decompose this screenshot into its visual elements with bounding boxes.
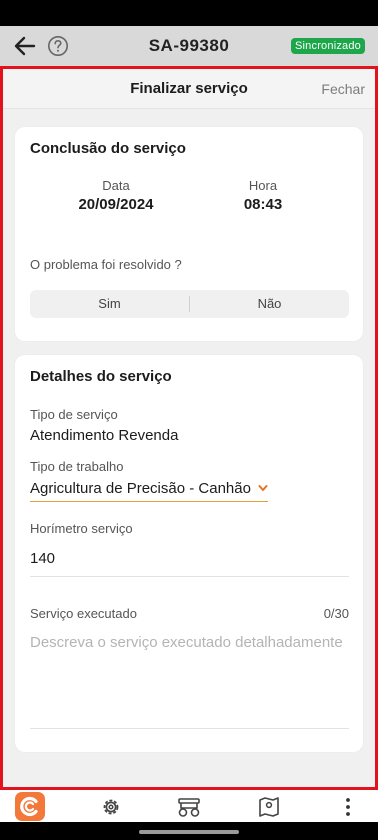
bottom-navigation bbox=[0, 790, 378, 822]
conclusion-title: Conclusão do serviço bbox=[30, 140, 186, 157]
chevron-down-icon[interactable] bbox=[258, 483, 268, 493]
status-bar bbox=[0, 0, 378, 26]
work-type-value: Agricultura de Precisão - Canhão bbox=[30, 480, 251, 497]
time-label: Hora bbox=[248, 178, 278, 193]
app-logo-icon[interactable] bbox=[15, 792, 45, 821]
date-value: 20/09/2024 bbox=[78, 196, 154, 213]
work-type-select[interactable]: Agricultura de Precisão - Canhão bbox=[30, 480, 268, 502]
executed-service-label: Serviço executado bbox=[30, 606, 137, 621]
conclusion-card: Conclusão do serviço Data 20/09/2024 Hor… bbox=[15, 127, 363, 341]
settings-gear-icon[interactable] bbox=[95, 794, 127, 820]
date-block: Data 20/09/2024 bbox=[56, 178, 176, 213]
more-vertical-icon[interactable] bbox=[332, 794, 364, 820]
hourmeter-label: Horímetro serviço bbox=[30, 521, 133, 536]
modal-header: Finalizar serviço Fechar bbox=[3, 69, 375, 109]
home-indicator[interactable] bbox=[139, 830, 239, 834]
modal-title: Finalizar serviço bbox=[130, 80, 248, 97]
textarea-underline bbox=[30, 728, 349, 729]
details-card: Detalhes do serviço Tipo de serviço Aten… bbox=[15, 355, 363, 752]
executed-service-textarea[interactable]: Descreva o serviço executado detalhadame… bbox=[30, 632, 349, 653]
work-type-label: Tipo de trabalho bbox=[30, 459, 124, 474]
details-title: Detalhes do serviço bbox=[30, 368, 172, 385]
finish-service-modal: Finalizar serviço Fechar Conclusão do se… bbox=[0, 66, 378, 790]
hourmeter-underline bbox=[30, 576, 349, 577]
sync-status-badge: Sincronizado bbox=[291, 38, 365, 54]
character-counter: 0/30 bbox=[323, 606, 349, 621]
option-no[interactable]: Não bbox=[190, 290, 349, 318]
app-header: SA-99380 Sincronizado bbox=[0, 26, 378, 66]
hourmeter-input[interactable]: 140 bbox=[30, 550, 55, 567]
map-pin-icon[interactable] bbox=[253, 794, 285, 820]
date-label: Data bbox=[102, 178, 130, 193]
resolved-question: O problema foi resolvido ? bbox=[30, 257, 182, 272]
service-type-label: Tipo de serviço bbox=[30, 407, 118, 422]
time-value: 08:43 bbox=[243, 196, 283, 213]
option-yes[interactable]: Sim bbox=[30, 290, 189, 318]
close-button[interactable]: Fechar bbox=[321, 81, 365, 97]
service-type-value: Atendimento Revenda bbox=[30, 427, 179, 444]
time-block: Hora 08:43 bbox=[223, 178, 303, 213]
tractor-icon[interactable] bbox=[173, 794, 205, 820]
resolved-segmented-control: Sim Não bbox=[30, 290, 349, 318]
